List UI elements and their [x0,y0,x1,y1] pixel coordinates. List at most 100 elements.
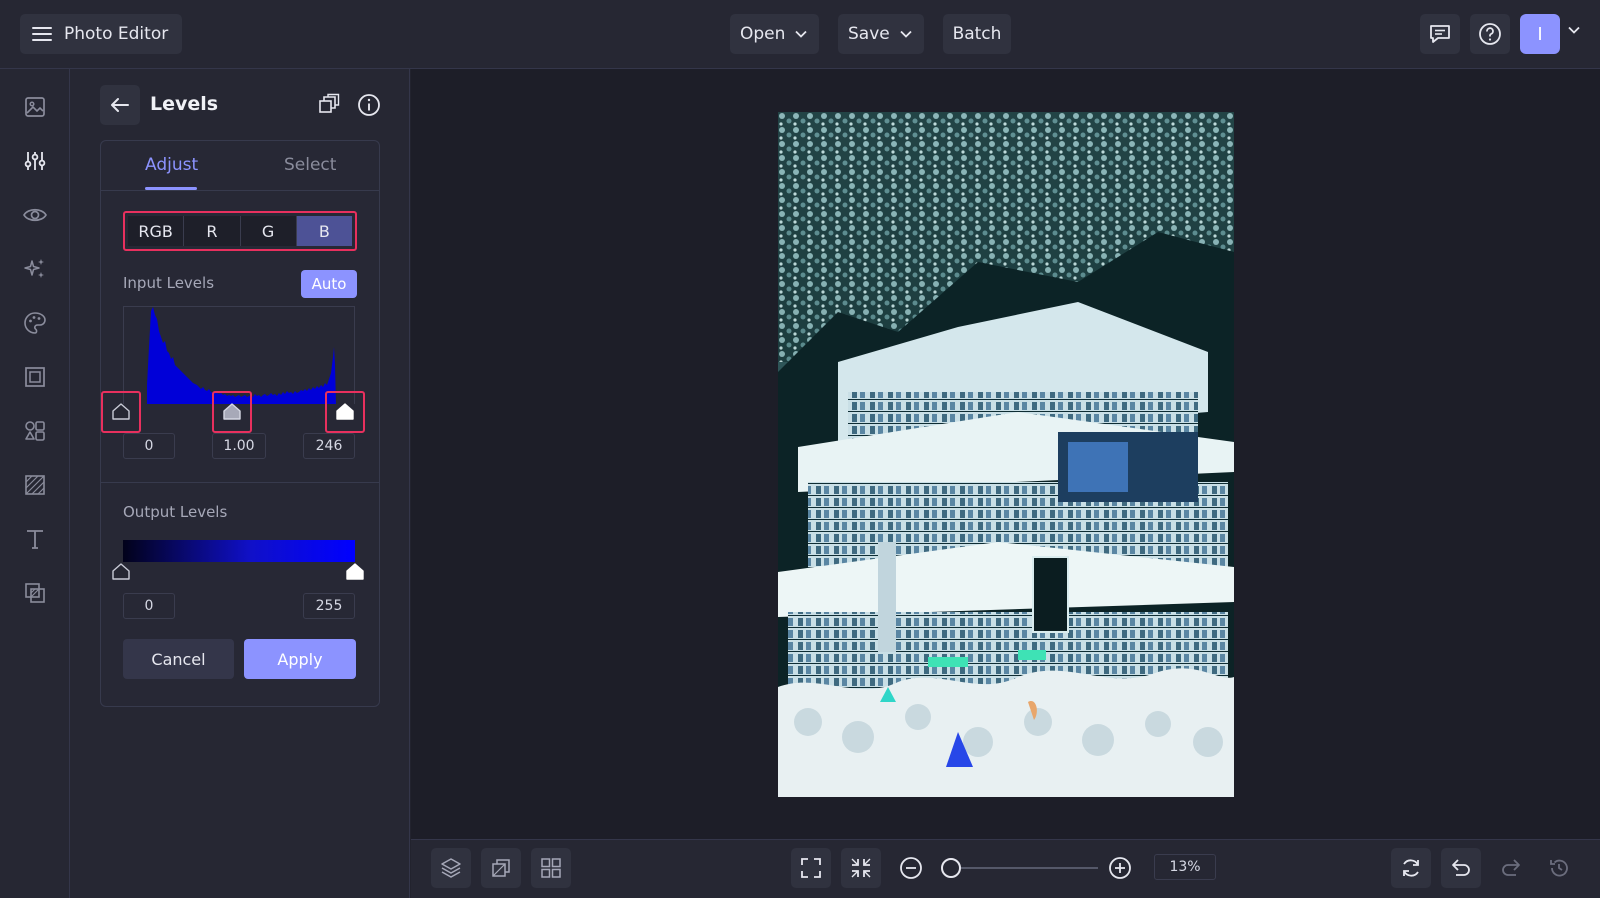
channel-rgb-button[interactable]: RGB [128,216,185,246]
zoom-out-icon [899,856,923,880]
rail-item-overlays[interactable] [22,580,48,606]
comment-icon [1429,24,1451,44]
layers-icon [440,857,462,879]
open-button[interactable]: Open [730,14,819,54]
texture-icon [23,473,47,497]
eye-icon [22,203,48,227]
comments-button[interactable] [1420,14,1460,54]
batch-button[interactable]: Batch [943,14,1011,54]
chevron-down-icon[interactable] [1568,26,1580,34]
redo-icon [1500,857,1522,879]
channel-selector: RGB R G B [123,211,357,251]
levels-card: Adjust Select RGB R G B Input Levels Aut… [100,140,380,707]
history-button[interactable] [1539,848,1579,888]
compare-icon [490,857,512,879]
frame-icon [23,365,47,389]
collapse-icon [850,857,872,879]
zoom-slider-track[interactable] [948,867,1098,869]
presets-icon[interactable] [318,93,340,115]
avatar-initial: I [1537,23,1543,45]
zoom-out-button[interactable] [891,848,931,888]
undo-button[interactable] [1441,848,1481,888]
actual-size-button[interactable] [841,848,881,888]
tool-rail [0,69,70,898]
auto-button[interactable]: Auto [301,270,357,298]
zoom-slider-handle[interactable] [941,858,961,878]
rail-item-artsy[interactable] [22,310,48,336]
zoom-level-field[interactable]: 13% [1154,854,1216,880]
channel-g-button[interactable]: G [240,216,297,246]
input-black-slider-handle[interactable] [112,403,130,421]
image-icon [23,95,47,119]
grid-button[interactable] [531,848,571,888]
output-black-slider-handle[interactable] [112,563,130,581]
open-label: Open [740,24,786,44]
rail-item-textures[interactable] [22,472,48,498]
input-gamma-slider-handle[interactable] [223,403,241,421]
rail-item-frames[interactable] [22,364,48,390]
input-white-field[interactable]: 246 [303,433,355,459]
app-menu-button[interactable]: Photo Editor [20,14,183,54]
bottom-bar: 13% [411,839,1600,898]
rail-item-image[interactable] [22,94,48,120]
zoom-in-icon [1108,856,1132,880]
channel-r-button[interactable]: R [184,216,241,246]
help-icon [1478,22,1502,46]
overlay-icon [23,581,47,605]
output-gradient-bar [123,540,355,562]
divider [101,190,379,191]
refresh-icon [1400,857,1422,879]
app-title: Photo Editor [64,24,169,44]
help-button[interactable] [1470,14,1510,54]
output-white-field[interactable]: 255 [303,593,355,619]
redo-button[interactable] [1491,848,1531,888]
fit-to-screen-button[interactable] [791,848,831,888]
channel-b-button[interactable]: B [296,216,352,246]
grid-icon [540,857,562,879]
rail-item-text[interactable] [22,526,48,552]
input-gamma-field[interactable]: 1.00 [212,433,266,459]
rail-item-adjust[interactable] [22,148,48,174]
tab-adjust[interactable]: Adjust [145,155,198,175]
save-button[interactable]: Save [838,14,924,54]
palette-icon [23,311,47,335]
output-levels-label: Output Levels [123,503,228,521]
save-label: Save [848,24,890,44]
rail-item-graphics[interactable] [22,418,48,444]
sliders-icon [23,149,47,173]
history-icon [1548,857,1570,879]
layers-button[interactable] [431,848,471,888]
top-bar: Photo Editor Open Save Batch I [0,0,1600,69]
avatar[interactable]: I [1520,14,1560,54]
undo-icon [1450,857,1472,879]
cancel-button[interactable]: Cancel [123,639,234,679]
divider [101,482,379,483]
text-icon [23,527,47,551]
zoom-in-button[interactable] [1100,848,1140,888]
arrow-left-icon [110,97,130,113]
input-levels-label: Input Levels [123,274,215,292]
input-black-field[interactable]: 0 [123,433,175,459]
tab-select[interactable]: Select [284,155,336,175]
photo-canvas-image[interactable] [778,112,1234,797]
sparkle-icon [23,257,47,281]
hamburger-menu-icon [32,26,52,42]
reset-button[interactable] [1391,848,1431,888]
shapes-icon [23,419,47,443]
apply-button[interactable]: Apply [244,639,356,679]
output-white-slider-handle[interactable] [346,563,364,581]
chevron-down-icon [900,30,912,38]
histogram [123,306,355,404]
levels-panel: Levels Adjust Select RGB R G B Input Lev… [70,69,410,898]
compare-button[interactable] [481,848,521,888]
input-white-slider-handle[interactable] [336,403,354,421]
panel-title: Levels [150,93,219,115]
rail-item-effects[interactable] [22,256,48,282]
chevron-down-icon [795,30,808,38]
rail-item-view[interactable] [22,202,48,228]
output-black-field[interactable]: 0 [123,593,175,619]
expand-icon [800,857,822,879]
info-icon[interactable] [357,93,381,117]
back-button[interactable] [100,85,140,125]
batch-label: Batch [952,24,1002,44]
